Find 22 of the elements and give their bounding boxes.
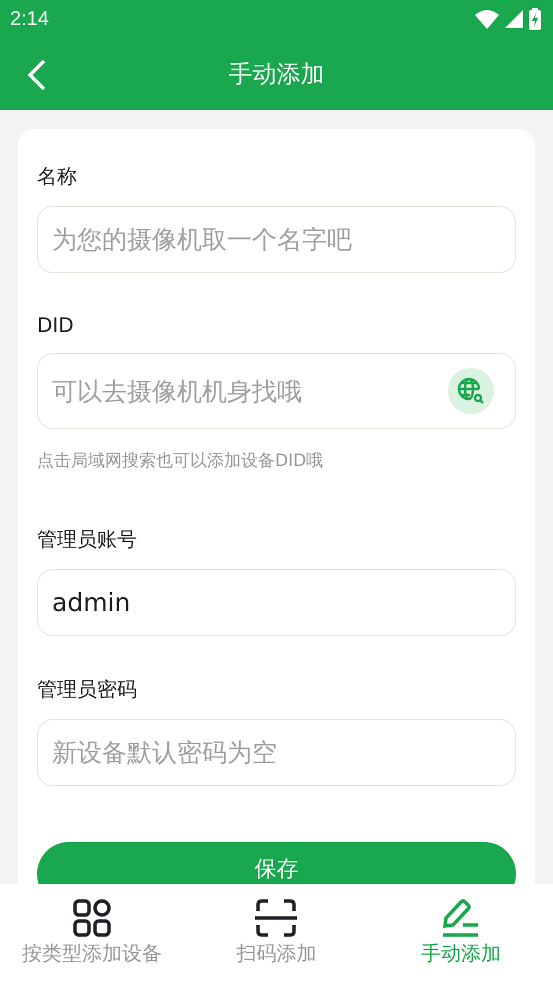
battery-icon [529, 8, 541, 30]
input-field[interactable]: 为您的摄像机取一个名字吧 [37, 206, 516, 273]
field-label: 名称 [37, 163, 78, 190]
input-field[interactable]: 可以去摄像机机身找哦 [37, 353, 516, 429]
input-field[interactable]: admin [37, 569, 516, 636]
nav-tab[interactable]: 按类型添加设备 [0, 884, 184, 967]
field-label: DID [37, 313, 75, 337]
nav-tab[interactable]: 扫码添加 [184, 884, 368, 967]
field-label: 管理员账号 [37, 526, 138, 553]
wifi-icon [475, 9, 499, 29]
page-title: 手动添加 [228, 59, 324, 90]
signal-icon [505, 10, 523, 28]
input-field[interactable]: 新设备默认密码为空 [37, 719, 516, 786]
nav-tab[interactable]: 手动添加 [368, 884, 553, 967]
field-label: 管理员密码 [37, 676, 138, 703]
hint-text: 点击局域网搜索也可以添加设备DID哦 [37, 450, 324, 472]
edit-icon [440, 898, 481, 938]
save-button[interactable]: 保存 [37, 842, 516, 884]
globe-search-icon [457, 377, 485, 405]
grid-icon [72, 898, 112, 938]
scan-icon [254, 898, 298, 938]
status-time: 2:14 [10, 8, 49, 30]
